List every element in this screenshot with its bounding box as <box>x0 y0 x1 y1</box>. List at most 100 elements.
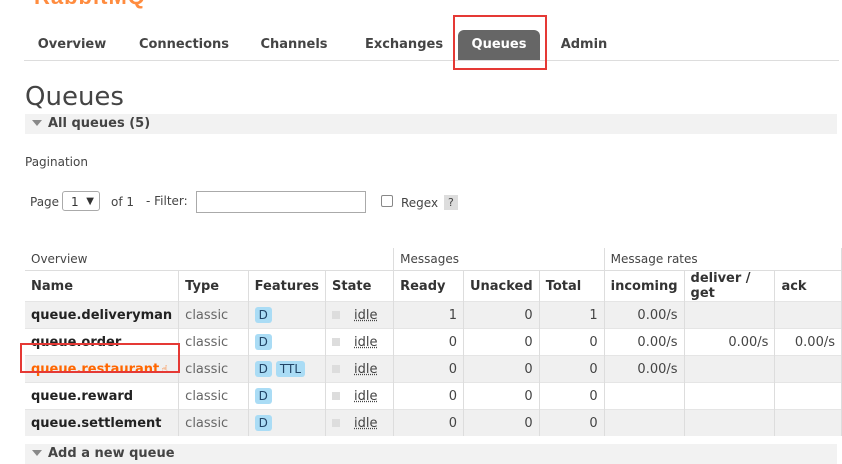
incoming-rate: 0.00/s <box>604 355 685 383</box>
add-queue-toggle[interactable]: Add a new queue <box>25 444 837 464</box>
ready-count: 0 <box>393 382 464 410</box>
logo: RabbitMQ <box>34 0 146 10</box>
pagination-label: Pagination <box>25 155 88 169</box>
feature-badge[interactable]: D <box>254 388 272 404</box>
state-indicator-icon <box>332 365 341 373</box>
feature-badge[interactable]: D <box>254 415 272 431</box>
ack-rate <box>774 355 842 383</box>
all-queues-label: All queues (5) <box>48 116 151 131</box>
all-queues-toggle[interactable]: All queues (5) <box>25 114 837 134</box>
ready-count: 0 <box>393 409 464 436</box>
deliver-rate <box>684 301 776 329</box>
ack-rate <box>774 301 842 329</box>
queue-state: idle <box>325 301 395 329</box>
highlight-restaurant-row <box>20 343 180 373</box>
col-name[interactable]: Name <box>25 270 180 302</box>
deliver-rate <box>684 409 776 436</box>
feature-badge[interactable]: TTL <box>275 361 306 377</box>
deliver-rate <box>684 382 776 410</box>
total-count: 0 <box>539 355 605 383</box>
queue-state: idle <box>325 382 395 410</box>
queue-state: idle <box>325 328 395 356</box>
col-ready[interactable]: Ready <box>393 270 464 302</box>
table-row: queue.reward classic D idle 0 0 0 <box>25 382 842 410</box>
logo-area: RabbitMQ <box>28 0 328 9</box>
queue-name-link[interactable]: queue.deliveryman <box>25 301 180 329</box>
regex-label: Regex <box>401 196 439 210</box>
tab-overview[interactable]: Overview <box>30 30 114 60</box>
tab-admin[interactable]: Admin <box>554 30 614 60</box>
ack-rate: 0.00/s <box>774 328 842 356</box>
col-unacked[interactable]: Unacked <box>463 270 540 302</box>
unacked-count: 0 <box>463 382 540 410</box>
group-header-overview: Overview <box>25 248 395 271</box>
queue-features: D <box>248 328 327 356</box>
chevron-down-icon: ▼ <box>86 196 94 207</box>
unacked-count: 0 <box>463 301 540 329</box>
unacked-count: 0 <box>463 328 540 356</box>
main-nav: Overview Connections Channels Exchanges … <box>24 28 839 61</box>
add-queue-label: Add a new queue <box>48 446 175 461</box>
collapse-triangle-icon <box>32 450 42 456</box>
queue-type: classic <box>178 409 249 436</box>
total-count: 1 <box>539 301 605 329</box>
col-ack[interactable]: ack <box>774 270 842 302</box>
filter-label: - Filter: <box>146 194 188 208</box>
feature-badge[interactable]: D <box>254 361 272 377</box>
state-indicator-icon <box>332 311 341 319</box>
unacked-count: 0 <box>463 409 540 436</box>
queue-type: classic <box>178 382 249 410</box>
col-state[interactable]: State <box>325 270 395 302</box>
page-label: Page <box>30 195 60 209</box>
ready-count: 0 <box>393 328 464 356</box>
queues-table: Overview Messages Message rates Name Typ… <box>25 248 842 436</box>
group-header-rates: Message rates <box>604 248 842 271</box>
ack-rate <box>774 409 842 436</box>
tab-connections[interactable]: Connections <box>134 30 234 60</box>
queue-type: classic <box>178 355 249 383</box>
incoming-rate: 0.00/s <box>604 301 685 329</box>
col-incoming[interactable]: incoming <box>604 270 685 302</box>
deliver-rate <box>684 355 776 383</box>
regex-checkbox[interactable] <box>381 195 393 207</box>
collapse-triangle-icon <box>32 120 42 126</box>
col-type[interactable]: Type <box>178 270 249 302</box>
queue-state: idle <box>325 355 395 383</box>
state-indicator-icon <box>332 392 341 400</box>
feature-badge[interactable]: D <box>254 334 272 350</box>
total-count: 0 <box>539 409 605 436</box>
unacked-count: 0 <box>463 355 540 383</box>
group-header-messages: Messages <box>393 248 605 271</box>
feature-badge[interactable]: D <box>254 307 272 323</box>
state-indicator-icon <box>332 419 341 427</box>
ready-count: 0 <box>393 355 464 383</box>
queue-features: D <box>248 409 327 436</box>
ack-rate <box>774 382 842 410</box>
col-features[interactable]: Features <box>248 270 327 302</box>
deliver-rate: 0.00/s <box>684 328 776 356</box>
col-total[interactable]: Total <box>539 270 605 302</box>
queue-name-link[interactable]: queue.settlement <box>25 409 180 436</box>
queue-name-link[interactable]: queue.reward <box>25 382 180 410</box>
total-count: 0 <box>539 328 605 356</box>
filter-input[interactable] <box>196 191 366 213</box>
page-count-label: of 1 <box>111 195 135 209</box>
total-count: 0 <box>539 382 605 410</box>
highlight-queues-tab <box>453 15 547 70</box>
page-select-value: 1 <box>71 195 79 209</box>
ready-count: 1 <box>393 301 464 329</box>
col-deliver-get[interactable]: deliver / get <box>684 270 776 302</box>
queue-type: classic <box>178 301 249 329</box>
queue-state: idle <box>325 409 395 436</box>
queue-type: classic <box>178 328 249 356</box>
queue-features: D TTL <box>248 355 327 383</box>
table-row: queue.deliveryman classic D idle 1 0 1 0… <box>25 301 842 329</box>
incoming-rate <box>604 409 685 436</box>
queue-features: D <box>248 382 327 410</box>
regex-help-button[interactable]: ? <box>444 195 458 210</box>
tab-exchanges[interactable]: Exchanges <box>358 30 450 60</box>
page-select[interactable]: 1 ▼ <box>62 191 100 211</box>
table-row: queue.settlement classic D idle 0 0 0 <box>25 409 842 436</box>
page-title: Queues <box>25 82 124 112</box>
tab-channels[interactable]: Channels <box>256 30 332 60</box>
